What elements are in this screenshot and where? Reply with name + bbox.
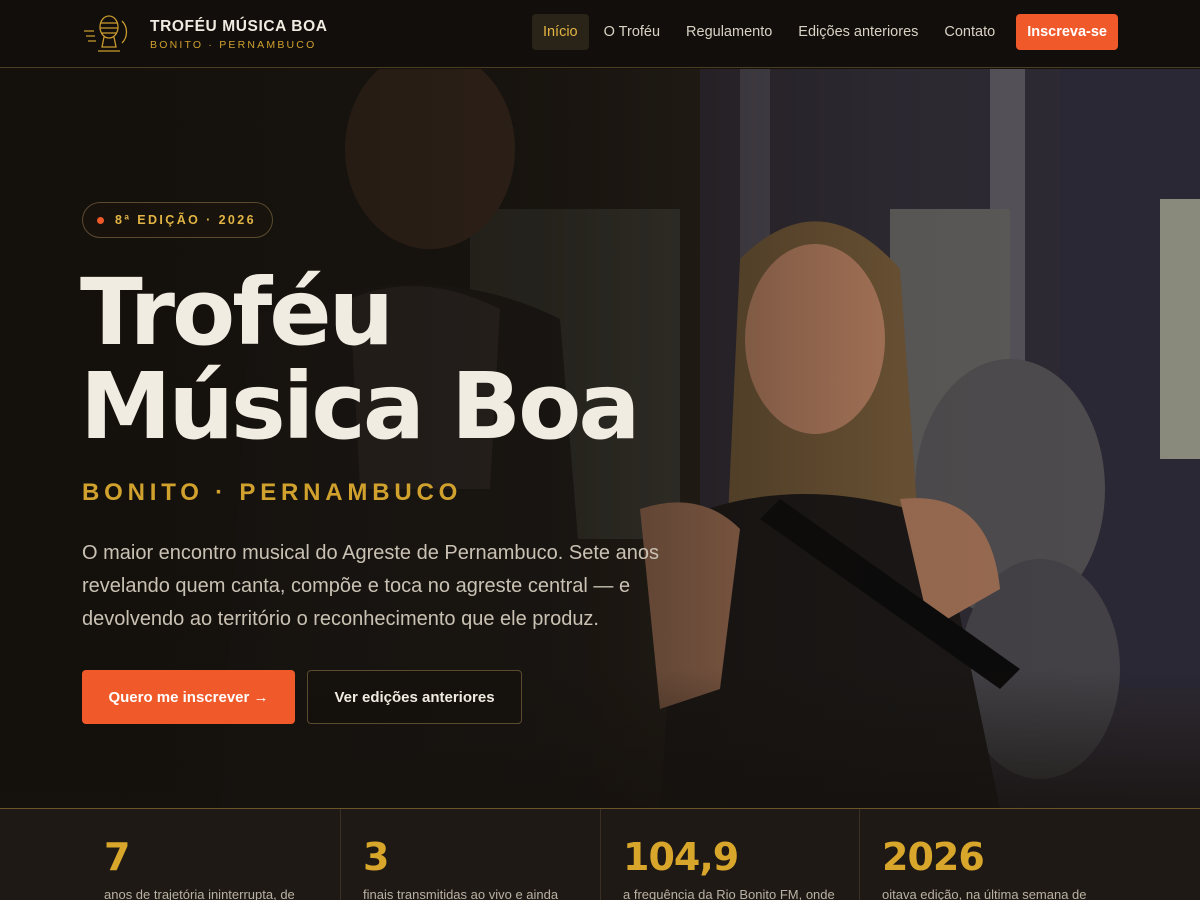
stat-value: 2026: [882, 835, 985, 879]
signup-button[interactable]: Inscreva-se: [1016, 14, 1118, 50]
nav-item-contato[interactable]: Contato: [933, 14, 1006, 50]
edition-badge-label: 8ª EDIÇÃO · 2026: [115, 213, 256, 227]
main-menu: Início O Troféu Regulamento Edições ante…: [528, 14, 1118, 50]
brand-subtitle: BONITO · PERNAMBUCO: [150, 38, 317, 51]
stat-description: anos de trajetória ininterrupta, de: [104, 887, 295, 900]
nav-item-edicoes-anteriores[interactable]: Edições anteriores: [787, 14, 929, 50]
stat-item: 7 anos de trajetória ininterrupta, de: [0, 809, 341, 900]
stat-value: 7: [104, 835, 130, 879]
brand-title: TROFÉU MÚSICA BOA: [150, 17, 328, 35]
live-dot-icon: [97, 216, 104, 224]
hero-section: 8ª EDIÇÃO · 2026 Troféu Música Boa BONIT…: [0, 69, 1200, 809]
hero-title: Troféu Música Boa: [80, 266, 640, 454]
stat-item: 104,9 a frequência da Rio Bonito FM, ond…: [601, 809, 860, 900]
edition-badge: 8ª EDIÇÃO · 2026: [82, 202, 273, 238]
past-editions-button[interactable]: Ver edições anteriores: [307, 670, 522, 724]
hero-location: BONITO · PERNAMBUCO: [82, 479, 463, 506]
signup-primary-button[interactable]: Quero me inscrever →: [82, 670, 295, 724]
stat-item: 3 finais transmitidas ao vivo e ainda: [341, 809, 601, 900]
microphone-trophy-icon: [84, 15, 128, 52]
stat-description: finais transmitidas ao vivo e ainda: [363, 887, 559, 900]
stat-description: a frequência da Rio Bonito FM, onde: [623, 887, 835, 900]
stats-bar: 7 anos de trajetória ininterrupta, de 3 …: [0, 808, 1200, 900]
stat-value: 104,9: [623, 835, 739, 879]
nav-item-regulamento[interactable]: Regulamento: [675, 14, 783, 50]
brand-link[interactable]: TROFÉU MÚSICA BOA BONITO · PERNAMBUCO: [82, 13, 328, 55]
stat-item: 2026 oitava edição, na última semana de: [860, 809, 1200, 900]
nav-item-o-trofeu[interactable]: O Troféu: [593, 14, 671, 50]
hero-title-line2: Música Boa: [80, 353, 640, 460]
stat-description: oitava edição, na última semana de: [882, 887, 1087, 900]
hero-title-line1: Troféu: [80, 259, 394, 366]
stat-value: 3: [363, 835, 389, 879]
hero-lead: O maior encontro musical do Agreste de P…: [82, 542, 659, 630]
top-nav: TROFÉU MÚSICA BOA BONITO · PERNAMBUCO In…: [0, 0, 1200, 68]
nav-item-inicio[interactable]: Início: [531, 14, 589, 50]
